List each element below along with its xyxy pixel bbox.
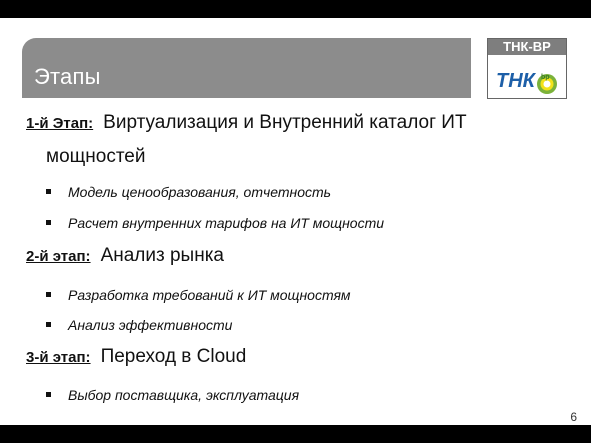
stage-1-bullet-2: Расчет внутренних тарифов на ИТ мощности <box>46 215 384 231</box>
bp-helios-icon: bp <box>537 74 557 94</box>
bullet-marker <box>46 391 51 397</box>
bullet-marker <box>46 219 51 225</box>
top-black-bar <box>0 0 591 18</box>
bullet-marker <box>46 188 51 194</box>
tnk-bp-logo: ТНК-ВР ТНК bp <box>487 38 567 99</box>
stage-2-bullet-1: Разработка требований к ИТ мощностям <box>46 287 351 303</box>
logo-emblem: ТНК bp <box>488 55 566 98</box>
bottom-black-bar <box>0 425 591 443</box>
bullet-marker <box>46 321 51 327</box>
stage-3-bullet-1: Выбор поставщика, эксплуатация <box>46 387 299 403</box>
stage-1-heading: 1-й Этап: Виртуализация и Внутренний ката… <box>26 112 467 134</box>
stage-2-heading: 2-й этап: Анализ рынка <box>26 245 224 267</box>
stage-3-label: 3-й этап: <box>26 349 91 366</box>
stage-3-title: Переход в Cloud <box>100 346 247 367</box>
stage-2-title: Анализ рынка <box>100 245 224 266</box>
bullet-marker <box>46 291 51 297</box>
stage-1-title-continued: мощностей <box>46 146 146 167</box>
stage-1-label: 1-й Этап: <box>26 115 94 132</box>
page-number: 6 <box>570 410 577 424</box>
stage-2-bullet-2: Анализ эффективности <box>46 317 232 333</box>
slide-title: Этапы <box>34 64 101 89</box>
logo-text: ТНК-ВР <box>488 39 566 55</box>
stage-1-bullet-1: Модель ценообразования, отчетность <box>46 184 331 200</box>
logo-mark-text: ТНК <box>496 70 537 92</box>
stage-1-title: Виртуализация и Внутренний каталог ИТ <box>103 112 467 133</box>
stage-2-label: 2-й этап: <box>26 248 91 265</box>
title-band: Этапы <box>22 38 471 98</box>
bp-text: bp <box>541 74 550 81</box>
stage-3-heading: 3-й этап: Переход в Cloud <box>26 346 246 368</box>
